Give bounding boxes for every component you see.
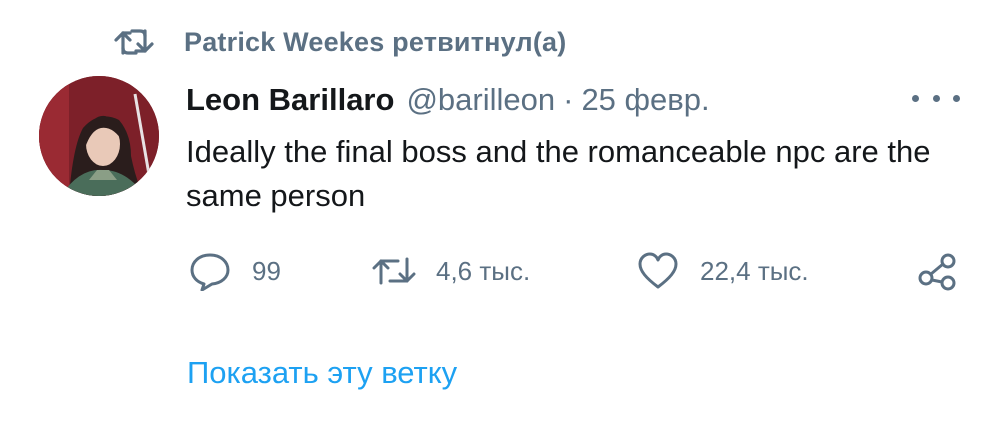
retweet-icon [114, 26, 154, 58]
retweet-icon [372, 253, 416, 289]
retweet-button[interactable]: 4,6 тыс. [372, 245, 530, 297]
tweet-card[interactable]: Patrick Weekes ретвитнул(а) Leon Barilla… [0, 0, 1000, 435]
avatar[interactable] [39, 76, 159, 196]
tweet-text: Ideally the final boss and the romanceab… [186, 134, 931, 213]
more-dot [953, 94, 960, 102]
share-icon [916, 251, 960, 291]
retweet-label[interactable]: Patrick Weekes ретвитнул(а) [184, 27, 566, 58]
meta-separator: · [563, 82, 574, 117]
reply-count: 99 [252, 255, 281, 286]
author-name[interactable]: Leon Barillaro [186, 82, 394, 118]
like-count: 22,4 тыс. [700, 255, 809, 286]
like-icon [636, 251, 680, 291]
tweet-meta: Leon Barillaro @barilleon · 25 февр. [186, 78, 710, 122]
retweet-header: Patrick Weekes ретвитнул(а) [114, 22, 566, 62]
like-button[interactable]: 22,4 тыс. [636, 245, 809, 297]
reply-icon [188, 251, 232, 291]
show-thread-link[interactable]: Показать эту ветку [187, 355, 457, 391]
action-bar: 99 4,6 тыс. 22,4 тыс. [0, 245, 1000, 297]
more-dot [912, 94, 919, 102]
tweet-date[interactable]: 25 февр. [581, 82, 709, 118]
more-dot [932, 94, 940, 102]
more-icon[interactable] [912, 88, 960, 108]
reply-button[interactable]: 99 [188, 245, 281, 297]
retweet-count: 4,6 тыс. [436, 255, 531, 286]
author-handle[interactable]: @barilleon [406, 82, 555, 118]
share-button[interactable] [916, 245, 960, 297]
